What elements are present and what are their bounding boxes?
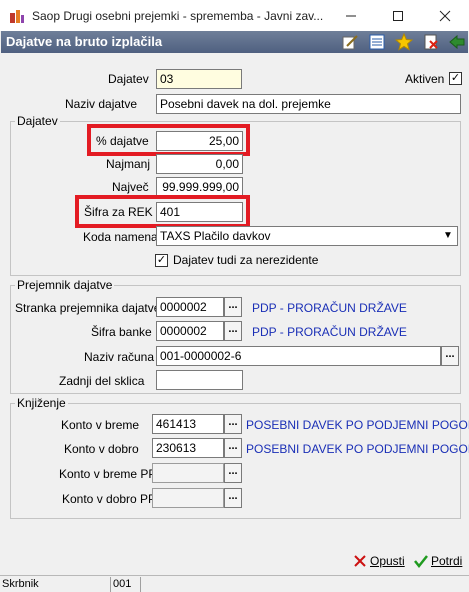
status-bar: Skrbnik 001 [0, 575, 469, 592]
sifra-banke-input[interactable]: 0000002 [156, 321, 224, 341]
chevron-down-icon[interactable]: ▼ [440, 227, 456, 245]
window-titlebar: Saop Drugi osebni prejemki - sprememba -… [0, 0, 469, 31]
opusti-button[interactable]: Opusti [353, 551, 405, 571]
edit-icon[interactable] [341, 33, 359, 51]
highlight-pct-dajatve [87, 124, 250, 156]
status-code: 001 [111, 577, 141, 592]
star-icon[interactable] [395, 33, 413, 51]
konto-breme-pp-input[interactable] [152, 463, 224, 483]
konto-breme-name: POSEBNI DAVEK PO PODJEMNI POGODBI [246, 418, 469, 432]
konto-dobro-label: Konto v dobro [64, 442, 139, 456]
naziv-racuna-label: Naziv računa [84, 350, 155, 364]
naziv-dajatve-label: Naziv dajatve [65, 97, 138, 111]
maximize-button[interactable] [375, 0, 421, 31]
potrdi-button[interactable]: Potrdi [414, 551, 462, 571]
dajatev-group-legend: Dajatev [17, 114, 58, 128]
konto-dobro-name: POSEBNI DAVEK PO PODJEMNI POGODBI [246, 442, 469, 456]
konto-breme-pp-lookup-button[interactable]: ... [224, 463, 242, 483]
minimize-icon [346, 15, 356, 16]
form-body: Dajatev 03 Aktiven ✓ Naziv dajatve Poseb… [1, 53, 469, 545]
koda-namena-label: Koda namena [83, 230, 158, 244]
konto-dobro-pp-label: Konto v dobro PP [62, 492, 157, 506]
naziv-dajatve-input[interactable]: Posebni davek na dol. prejemke [156, 94, 461, 114]
najvec-label: Največ [112, 180, 149, 194]
stranka-input[interactable]: 0000002 [156, 297, 224, 317]
naziv-racuna-input[interactable]: 001-0000002-6 [156, 346, 441, 366]
knjizenje-group-legend: Knjiženje [17, 396, 66, 410]
aktiven-label: Aktiven [405, 72, 445, 86]
konto-dobro-input[interactable]: 230613 [152, 438, 224, 458]
minimize-button[interactable] [328, 0, 374, 31]
zadnji-del-sklica-input[interactable] [156, 370, 243, 390]
form-header-bar: Dajatve na bruto izplačila [1, 31, 468, 53]
konto-dobro-lookup-button[interactable]: ... [224, 438, 242, 458]
konto-breme-label: Konto v breme [61, 418, 140, 432]
najvec-input[interactable]: 99.999.999,00 [156, 177, 243, 197]
sifra-banke-label: Šifra banke [91, 325, 152, 339]
exit-icon[interactable] [448, 33, 466, 51]
koda-namena-select[interactable]: TAXS Plačilo davkov [156, 226, 458, 246]
potrdi-label: Potrdi [431, 554, 463, 568]
banka-lookup-button[interactable]: ... [224, 321, 242, 341]
highlight-sifra-rek [75, 195, 250, 228]
prejemnik-group-legend: Prejemnik dajatve [17, 278, 113, 292]
nerezidente-label: Dajatev tudi za nerezidente [173, 253, 319, 267]
konto-dobro-pp-input[interactable] [152, 488, 224, 508]
konto-dobro-pp-lookup-button[interactable]: ... [224, 488, 242, 508]
dajatev-input[interactable]: 03 [156, 69, 242, 89]
close-icon [439, 10, 451, 21]
najmanj-input[interactable]: 0,00 [156, 154, 243, 174]
konto-breme-lookup-button[interactable]: ... [224, 414, 242, 434]
form-title: Dajatve na bruto izplačila [6, 34, 163, 49]
aktiven-checkbox[interactable]: ✓ [449, 72, 462, 85]
stranka-label: Stranka prejemnika dajatve [15, 301, 161, 315]
checkmark-icon [414, 555, 428, 568]
banka-name: PDP - PRORAČUN DRŽAVE [252, 325, 407, 339]
stranka-lookup-button[interactable]: ... [224, 297, 242, 317]
window-title: Saop Drugi osebni prejemki - sprememba -… [32, 9, 324, 23]
nerezidente-checkbox[interactable]: ✓ [155, 254, 168, 267]
close-button[interactable] [422, 0, 468, 31]
stranka-name: PDP - PRORAČUN DRŽAVE [252, 301, 407, 315]
saop-app-icon [10, 10, 24, 23]
konto-breme-input[interactable]: 461413 [152, 414, 224, 434]
racun-lookup-button[interactable]: ... [441, 346, 459, 366]
najmanj-label: Najmanj [106, 157, 151, 171]
zadnji-del-sklica-label: Zadnji del sklica [59, 374, 145, 388]
cancel-x-icon [354, 555, 366, 567]
opusti-label: Opusti [370, 554, 405, 568]
delete-document-icon[interactable] [422, 33, 440, 51]
list-icon[interactable] [368, 33, 386, 51]
status-user: Skrbnik [0, 577, 111, 592]
konto-breme-pp-label: Konto v breme PP [59, 467, 157, 481]
dajatev-label: Dajatev [108, 72, 149, 86]
maximize-icon [393, 10, 403, 21]
